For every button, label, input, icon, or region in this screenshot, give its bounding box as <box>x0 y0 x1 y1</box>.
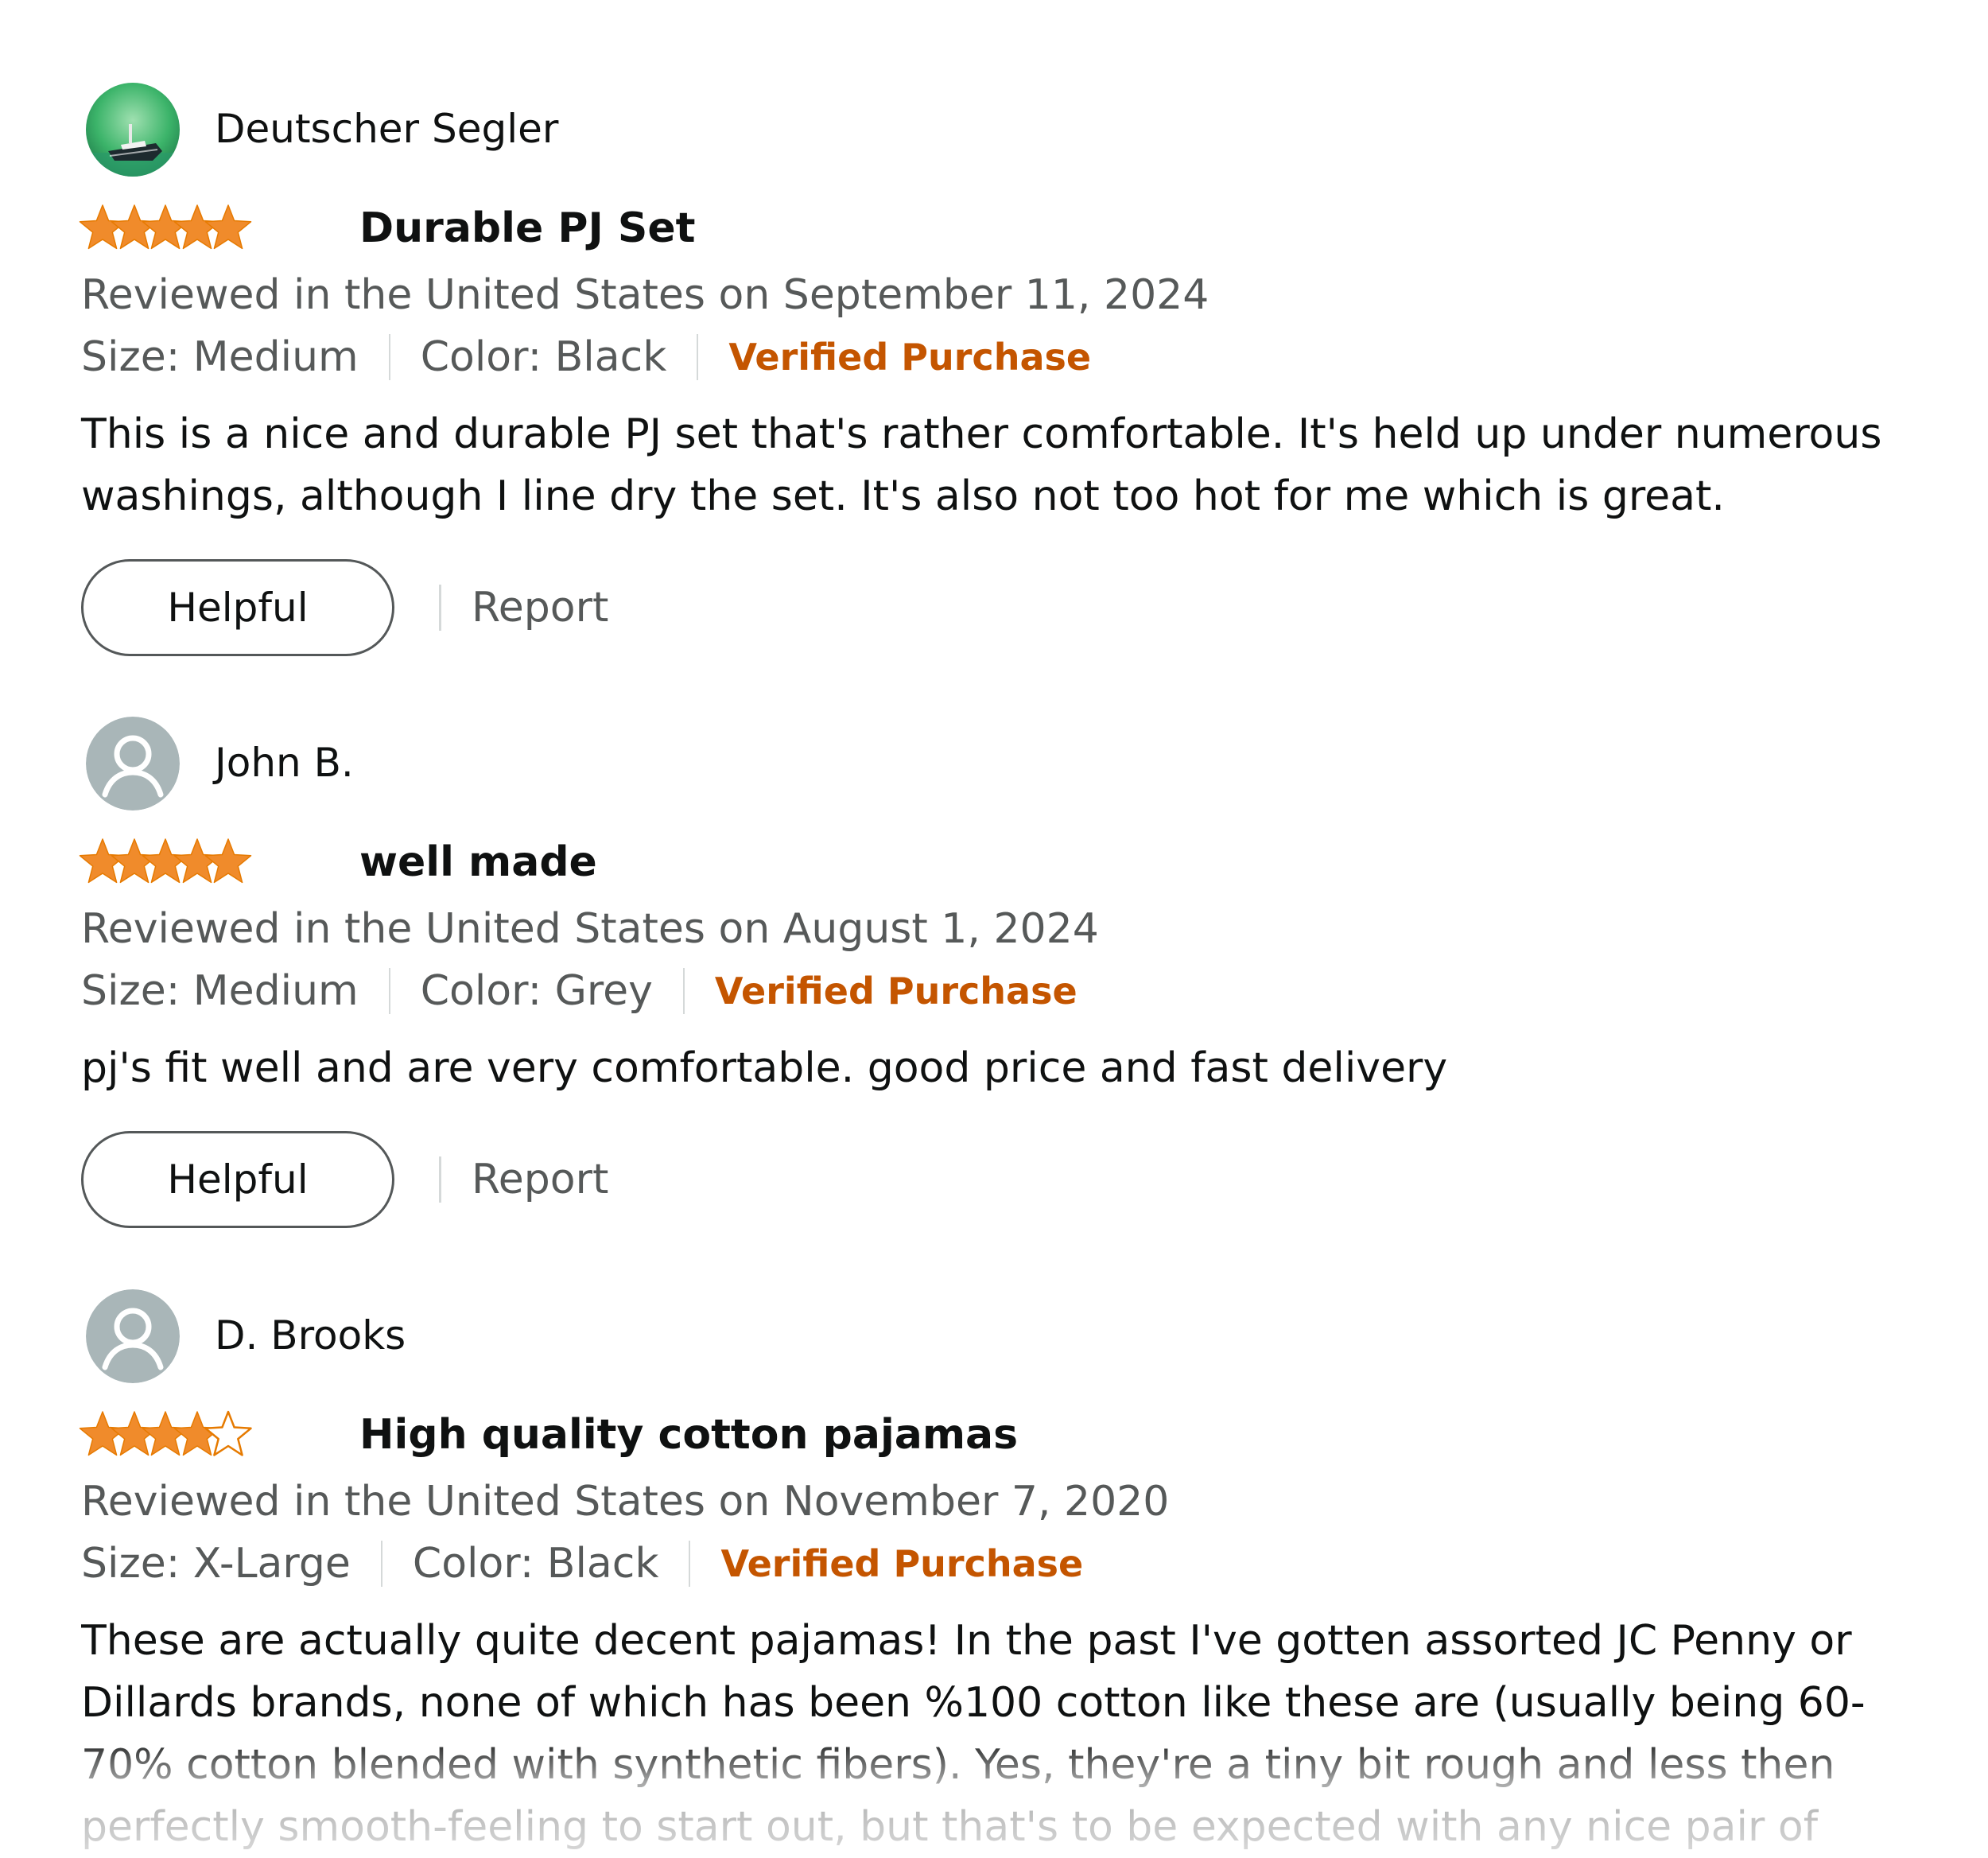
default-user-icon <box>86 717 180 810</box>
reviewer-name[interactable]: D. Brooks <box>215 1312 406 1359</box>
size-label: Size: Medium <box>81 967 359 1015</box>
review-date: Reviewed in the United States on Novembe… <box>81 1478 1170 1526</box>
review-title[interactable]: well made <box>359 835 597 889</box>
divider <box>689 1541 691 1587</box>
divider <box>388 968 390 1014</box>
review-body: pj's fit well and are very comfortable. … <box>81 1044 1448 1092</box>
helpful-button[interactable]: Helpful <box>81 1131 394 1228</box>
avatar[interactable] <box>86 717 180 810</box>
avatar[interactable] <box>86 83 180 177</box>
avatar[interactable] <box>86 1289 180 1383</box>
review-date: Reviewed in the United States on Septemb… <box>81 271 1209 319</box>
reviewer-name[interactable]: John B. <box>215 739 354 787</box>
review-body: This is a nice and durable PJ set that's… <box>81 410 1882 520</box>
reviewer-profile[interactable]: D. Brooks <box>81 1286 1926 1386</box>
review-title-row: Durable PJ Set <box>79 201 1926 266</box>
divider <box>388 334 390 380</box>
divider <box>697 334 699 380</box>
review-title-row: High quality cotton pajamas <box>79 1408 1926 1473</box>
divider <box>682 968 685 1014</box>
review-actions: Helpful Report <box>81 559 1926 656</box>
divider <box>439 585 441 631</box>
divider <box>439 1156 441 1203</box>
star-empty-icon <box>204 1410 252 1456</box>
report-link[interactable]: Report <box>472 1156 608 1203</box>
review-date: Reviewed in the United States on August … <box>81 905 1099 953</box>
size-label: Size: X-Large <box>81 1540 351 1588</box>
color-label: Color: Grey <box>420 967 653 1015</box>
color-label: Color: Black <box>412 1540 659 1588</box>
verified-purchase-badge: Verified Purchase <box>720 1542 1084 1585</box>
helpful-button[interactable]: Helpful <box>81 559 394 656</box>
star-filled-icon <box>204 204 252 250</box>
review-title[interactable]: Durable PJ Set <box>359 201 695 255</box>
profile-photo-icon <box>86 83 180 177</box>
review-format-strip: Size: Medium Color: Grey Verified Purcha… <box>81 964 1926 1018</box>
size-label: Size: Medium <box>81 333 359 381</box>
review: John B. well made Reviewed in the United… <box>79 713 1926 1228</box>
reviews-list: Deutscher Segler Durable PJ Set Reviewed… <box>0 0 1988 1851</box>
review-title-row: well made <box>79 835 1926 900</box>
divider <box>380 1541 382 1587</box>
star-rating[interactable] <box>79 838 332 887</box>
default-user-icon <box>86 1289 180 1383</box>
color-label: Color: Black <box>420 333 667 381</box>
reviewer-name[interactable]: Deutscher Segler <box>215 105 558 153</box>
verified-purchase-badge: Verified Purchase <box>728 336 1092 379</box>
verified-purchase-badge: Verified Purchase <box>714 970 1077 1013</box>
review-format-strip: Size: X-Large Color: Black Verified Purc… <box>81 1537 1926 1591</box>
star-rating[interactable] <box>79 1410 332 1460</box>
review-format-strip: Size: Medium Color: Black Verified Purch… <box>81 330 1926 384</box>
star-filled-icon <box>204 838 252 884</box>
reviewer-profile[interactable]: Deutscher Segler <box>81 80 1926 179</box>
review: Deutscher Segler Durable PJ Set Reviewed… <box>79 80 1926 656</box>
review: D. Brooks High quality cotton pajamas Re… <box>79 1286 1926 1858</box>
review-actions: Helpful Report <box>81 1131 1926 1228</box>
review-title[interactable]: High quality cotton pajamas <box>359 1408 1018 1462</box>
star-rating[interactable] <box>79 204 332 253</box>
review-body: These are actually quite decent pajamas!… <box>81 1617 1866 1851</box>
reviewer-profile[interactable]: John B. <box>81 713 1926 813</box>
report-link[interactable]: Report <box>472 584 608 632</box>
